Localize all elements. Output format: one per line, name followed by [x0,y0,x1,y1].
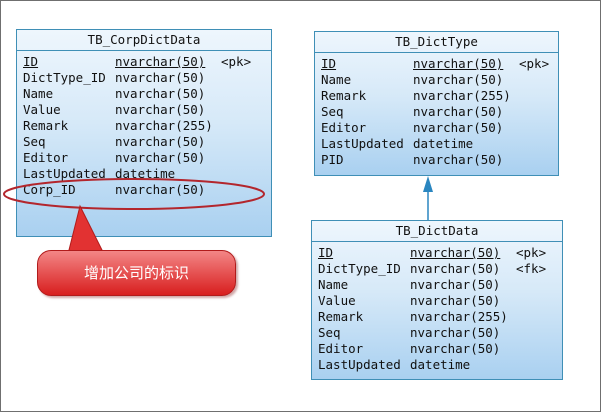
column-type: datetime [413,136,474,151]
column-type: nvarchar(50) [413,104,504,119]
entity-title: TB_DictData [312,221,562,242]
column-type: nvarchar(255) [413,88,511,103]
column-row[interactable]: LastUpdated datetime [23,166,271,182]
column-name: Value [318,293,356,308]
column-name: LastUpdated [23,166,106,181]
column-type: nvarchar(50) [115,70,206,85]
column-type: nvarchar(50) [410,341,501,356]
column-type: nvarchar(50) [410,245,501,260]
column-type: nvarchar(50) [115,182,206,197]
column-name: Value [23,102,61,117]
column-row[interactable]: ID nvarchar(50) <pk> [318,245,562,261]
column-name: Corp_ID [23,182,76,197]
column-row[interactable]: Remark nvarchar(255) [23,118,271,134]
column-name: Editor [318,341,364,356]
column-name: Seq [318,325,341,340]
column-row[interactable]: Editor nvarchar(50) [321,120,558,136]
column-name: Remark [23,118,69,133]
column-type: nvarchar(50) [410,293,501,308]
column-type: nvarchar(50) [413,152,504,167]
column-row[interactable]: Seq nvarchar(50) [318,325,562,341]
callout-text: 增加公司的标识 [83,264,189,282]
column-name: Name [318,277,349,292]
column-name: Seq [23,134,46,149]
column-row[interactable]: Value nvarchar(50) [23,102,271,118]
column-row[interactable]: Remark nvarchar(255) [321,88,558,104]
column-row[interactable]: Name nvarchar(50) [318,277,562,293]
column-name: ID [321,56,337,71]
column-row[interactable]: Value nvarchar(50) [318,293,562,309]
column-name: Name [23,86,54,101]
column-key: <pk> [516,245,547,260]
column-name: Editor [23,150,69,165]
entity-title: TB_DictType [315,32,558,53]
column-type: nvarchar(50) [410,261,501,276]
column-key: <pk> [221,54,252,69]
column-type: nvarchar(50) [115,134,206,149]
column-name: Remark [318,309,364,324]
column-type: nvarchar(50) [413,72,504,87]
column-type: datetime [410,357,471,372]
entity-title: TB_CorpDictData [17,30,271,51]
column-name: Remark [321,88,367,103]
column-type: datetime [115,166,176,181]
column-key: <pk> [519,56,550,71]
column-name: ID [23,54,39,69]
column-row[interactable]: Editor nvarchar(50) [318,341,562,357]
column-name: DictType_ID [23,70,106,85]
column-row[interactable]: Corp_ID nvarchar(50) [23,182,271,198]
column-row[interactable]: Seq nvarchar(50) [321,104,558,120]
column-row[interactable]: LastUpdated datetime [321,136,558,152]
column-name: Name [321,72,352,87]
column-row[interactable]: LastUpdated datetime [318,357,562,373]
column-type: nvarchar(50) [410,325,501,340]
entity-tb-dictdata[interactable]: TB_DictData ID nvarchar(50) <pk> DictType_… [311,220,563,380]
column-row[interactable]: Remark nvarchar(255) [318,309,562,325]
column-type: nvarchar(50) [115,102,206,117]
column-row[interactable]: Seq nvarchar(50) [23,134,271,150]
column-name: LastUpdated [321,136,404,151]
column-row[interactable]: DictType_ID nvarchar(50) [23,70,271,86]
column-name: Seq [321,104,344,119]
column-row[interactable]: ID nvarchar(50) <pk> [23,54,271,70]
column-name: Editor [321,120,367,135]
column-key: <fk> [516,261,547,276]
column-type: nvarchar(50) [410,277,501,292]
column-row[interactable]: DictType_ID nvarchar(50) <fk> [318,261,562,277]
column-type: nvarchar(50) [115,54,206,69]
column-type: nvarchar(50) [115,86,206,101]
column-row[interactable]: Editor nvarchar(50) [23,150,271,166]
column-row[interactable]: ID nvarchar(50) <pk> [321,56,558,72]
entity-tb-corpdictdata[interactable]: TB_CorpDictData ID nvarchar(50) <pk> DictT… [16,29,272,237]
column-row[interactable]: Name nvarchar(50) [23,86,271,102]
column-type: nvarchar(255) [410,309,508,324]
column-name: PID [321,152,344,167]
column-row[interactable]: Name nvarchar(50) [321,72,558,88]
column-type: nvarchar(50) [413,56,504,71]
column-type: nvarchar(255) [115,118,213,133]
column-name: ID [318,245,334,260]
column-type: nvarchar(50) [115,150,206,165]
column-name: LastUpdated [318,357,401,372]
entity-tb-dicttype[interactable]: TB_DictType ID nvarchar(50) <pk> Name nvarc… [314,31,559,176]
column-name: DictType_ID [318,261,401,276]
column-type: nvarchar(50) [413,120,504,135]
column-row[interactable]: PID nvarchar(50) [321,152,558,168]
